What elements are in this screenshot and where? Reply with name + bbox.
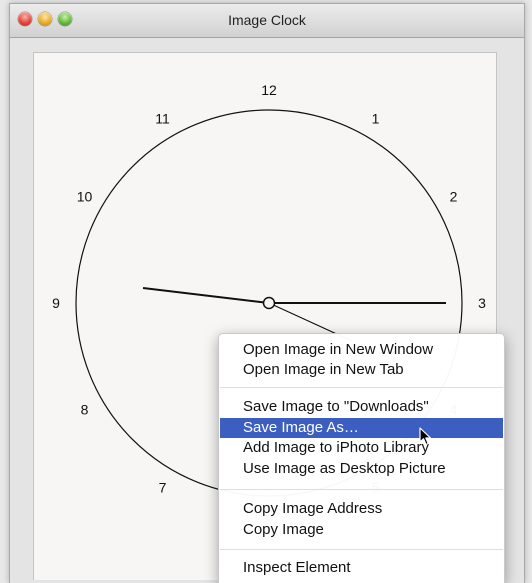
menu-item-copy-image[interactable]: Copy Image [219,520,504,540]
menu-item-inspect-element[interactable]: Inspect Element [219,558,504,578]
menu-item-open-image-new-window[interactable]: Open Image in New Window [219,340,504,360]
clock-number: 1 [372,111,380,127]
clock-number: 2 [450,189,458,205]
menu-item-copy-image-address[interactable]: Copy Image Address [219,499,504,519]
context-menu: Open Image in New Window Open Image in N… [218,333,505,583]
clock-number: 11 [155,111,170,127]
clock-number: 12 [261,82,277,98]
clock-number: 3 [478,295,486,311]
hour-hand [142,287,270,304]
window-title: Image Clock [228,12,306,28]
clock-number: 7 [159,480,167,496]
menu-item-open-image-new-tab[interactable]: Open Image in New Tab [219,360,504,380]
menu-item-save-image-as[interactable]: Save Image As… [220,418,503,438]
menu-item-save-image-downloads[interactable]: Save Image to "Downloads" [219,397,504,417]
menu-item-use-image-desktop[interactable]: Use Image as Desktop Picture [219,459,504,479]
menu-item-add-image-iphoto[interactable]: Add Image to iPhoto Library [219,438,504,458]
menu-separator [220,489,503,490]
menu-separator [220,549,503,550]
menu-separator [220,387,503,388]
mouse-cursor-icon [419,427,432,446]
title-bar[interactable]: Image Clock [10,4,524,38]
clock-number: 9 [52,295,60,311]
clock-center-pivot [262,296,276,310]
clock-number: 10 [77,189,93,205]
clock-number: 8 [81,402,89,418]
